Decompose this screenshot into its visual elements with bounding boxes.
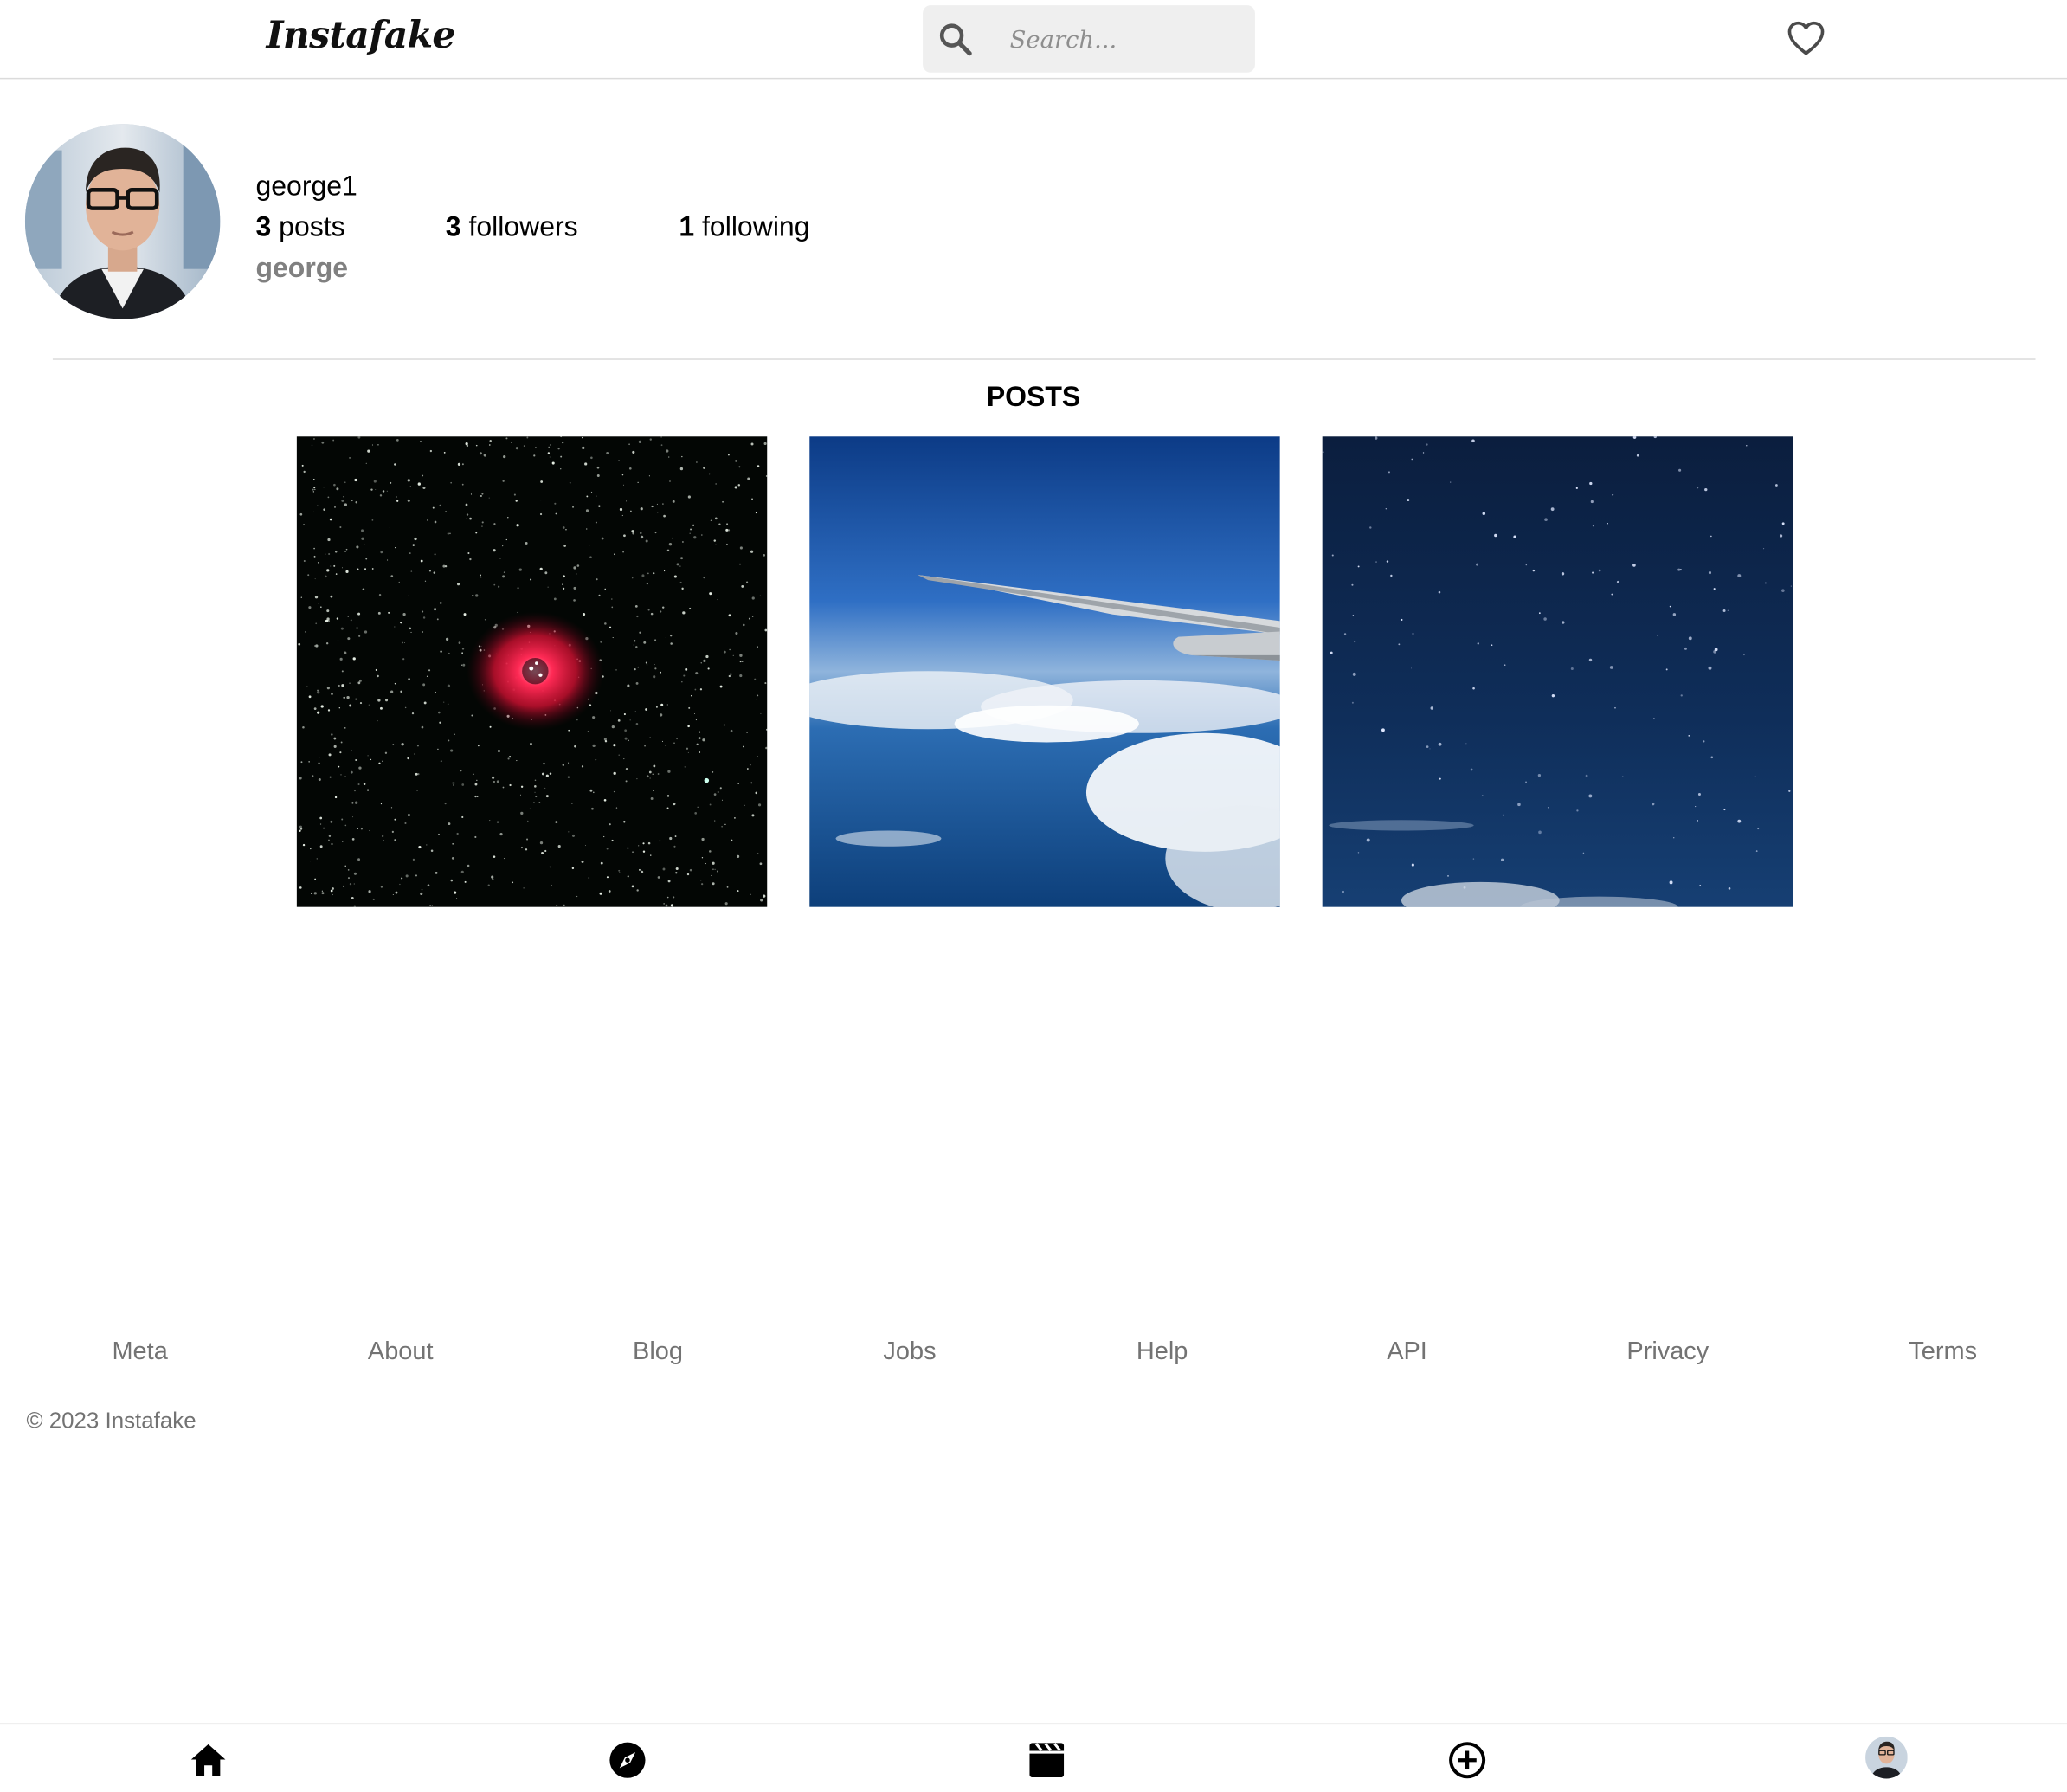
create-icon[interactable] <box>1447 1740 1487 1780</box>
posts-label: posts <box>279 212 345 243</box>
following-count: 1 <box>679 212 695 243</box>
posts-heading: POSTS <box>986 382 1081 413</box>
posts-stat: 3 posts <box>255 212 344 244</box>
following-stat[interactable]: 1 following <box>679 212 809 244</box>
section-divider <box>52 358 2036 360</box>
footer-link-meta[interactable]: Meta <box>112 1338 167 1368</box>
footer-link-terms[interactable]: Terms <box>1909 1338 1977 1368</box>
profile-full-name: george <box>255 253 349 284</box>
search-input[interactable] <box>1009 21 1234 59</box>
footer-link-blog[interactable]: Blog <box>633 1338 683 1368</box>
bottom-nav <box>0 1723 2067 1792</box>
top-bar: Instafake <box>0 0 2067 80</box>
followers-stat[interactable]: 3 followers <box>446 212 578 244</box>
explore-icon[interactable] <box>608 1740 647 1780</box>
footer-link-jobs[interactable]: Jobs <box>883 1338 936 1368</box>
reels-icon[interactable] <box>1027 1740 1066 1780</box>
footer-link-privacy[interactable]: Privacy <box>1626 1338 1709 1368</box>
airplane-wing-image <box>809 436 1280 907</box>
profile-avatar[interactable] <box>24 124 221 319</box>
search-box[interactable] <box>923 5 1255 73</box>
posts-count: 3 <box>255 212 272 243</box>
post-thumbnail-starry-sky[interactable] <box>1322 436 1793 907</box>
profile-username: george1 <box>255 171 357 203</box>
app-logo[interactable]: Instafake <box>267 13 456 56</box>
footer-link-help[interactable]: Help <box>1137 1338 1188 1368</box>
avatar-image <box>24 124 221 319</box>
avatar-thumbnail <box>1865 1736 1908 1779</box>
home-icon[interactable] <box>189 1740 229 1780</box>
copyright-text: © 2023 Instafake <box>26 1408 196 1434</box>
search-icon[interactable] <box>938 23 973 57</box>
followers-count: 3 <box>445 212 461 243</box>
post-thumbnail-nebula[interactable] <box>296 436 768 907</box>
profile-avatar-nav[interactable] <box>1865 1736 1908 1779</box>
starry-sky-image <box>1322 436 1793 907</box>
followers-label: followers <box>468 212 578 243</box>
nebula-image <box>296 436 768 907</box>
following-label: following <box>702 212 810 243</box>
footer-link-api[interactable]: API <box>1387 1338 1427 1368</box>
footer-link-about[interactable]: About <box>368 1338 434 1368</box>
post-thumbnail-airplane-wing[interactable] <box>809 436 1280 907</box>
heart-icon[interactable] <box>1787 20 1826 57</box>
